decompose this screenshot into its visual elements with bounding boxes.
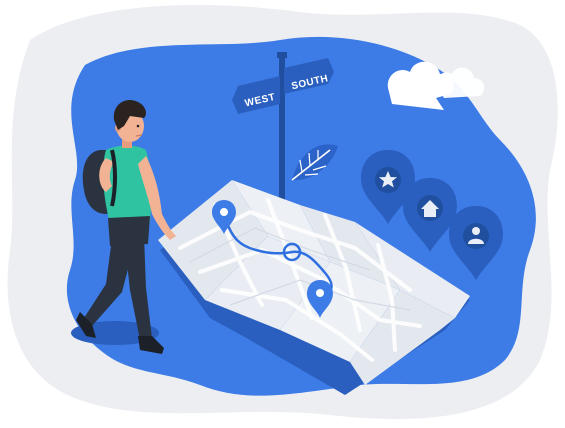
lost-traveler-illustration: WEST SOUTH <box>7 5 558 420</box>
